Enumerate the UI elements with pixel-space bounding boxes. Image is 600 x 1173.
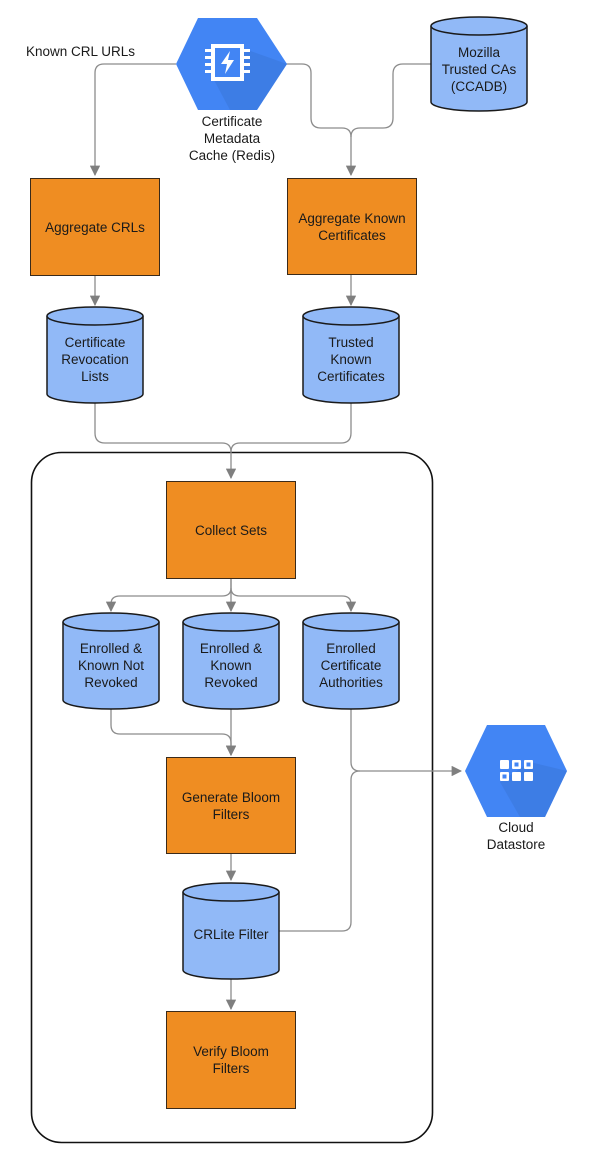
datastore-ccadb[interactable]: Mozilla Trusted CAs (CCADB) <box>431 28 527 110</box>
process-generate-bloom-filters[interactable]: Generate Bloom Filters <box>166 757 296 854</box>
process-label: Collect Sets <box>194 522 268 538</box>
datastore-label: Certificate Revocation Lists <box>61 334 129 384</box>
datastore-trusted-known-certificates[interactable]: Trusted Known Certificates <box>303 318 399 400</box>
diagram-canvas <box>30 16 567 1144</box>
connector-ccadb-to-aggregate-known <box>350 63 431 138</box>
edge-label-known-crl-urls: Known CRL URLs <box>26 44 136 59</box>
datastore-enrolled-known-not-revoked[interactable]: Enrolled & Known Not Revoked <box>63 624 159 706</box>
datastore-certificate-revocation-lists[interactable]: Certificate Revocation Lists <box>47 318 143 400</box>
process-aggregate-crls[interactable]: Aggregate CRLs <box>30 178 160 276</box>
connector-collect-to-enrolled-cas <box>230 587 357 613</box>
connector-collect-to-not-revoked <box>105 578 232 613</box>
datastore-label: CRLite Filter <box>193 926 269 942</box>
process-collect-sets[interactable]: Collect Sets <box>166 481 296 579</box>
datastore-label: Enrolled & Known Not Revoked <box>77 640 145 690</box>
datastore-label: Enrolled & Known Revoked <box>199 640 263 690</box>
datastore-label: Enrolled Certificate Authorities <box>319 640 383 690</box>
datastore-crlite-filter[interactable]: CRLite Filter <box>183 893 279 975</box>
datastore-enrolled-certificate-authorities[interactable]: Enrolled Certificate Authorities <box>303 624 399 706</box>
connector-trusted-to-collect <box>230 403 352 453</box>
connector-redis-to-aggregate-crls <box>89 63 176 177</box>
process-verify-bloom-filters[interactable]: Verify Bloom Filters <box>166 1011 296 1109</box>
connector-not-revoked-to-generate <box>110 709 237 757</box>
memorystore-icon <box>176 18 287 110</box>
process-aggregate-known-certificates[interactable]: Aggregate Known Certificates <box>287 178 417 275</box>
connector-enrolled-cas-to-datastore <box>350 709 463 777</box>
connector-crls-to-collect <box>94 403 237 480</box>
datastore-icon <box>465 725 567 817</box>
datastore-enrolled-known-revoked[interactable]: Enrolled & Known Revoked <box>183 624 279 706</box>
process-label: Generate Bloom Filters <box>181 789 281 822</box>
connector-redis-to-aggregate-known <box>278 63 357 177</box>
datastore-label: Trusted Known Certificates <box>317 334 385 384</box>
redis-cache-label: Certificate Metadata Cache (Redis) <box>188 114 276 163</box>
process-label: Aggregate CRLs <box>45 219 145 235</box>
cloud-datastore-label: Cloud Datastore <box>486 820 546 852</box>
process-label: Verify Bloom Filters <box>193 1044 269 1076</box>
datastore-label: Mozilla Trusted CAs (CCADB) <box>441 44 517 94</box>
process-label: Aggregate Known Certificates <box>298 210 406 243</box>
